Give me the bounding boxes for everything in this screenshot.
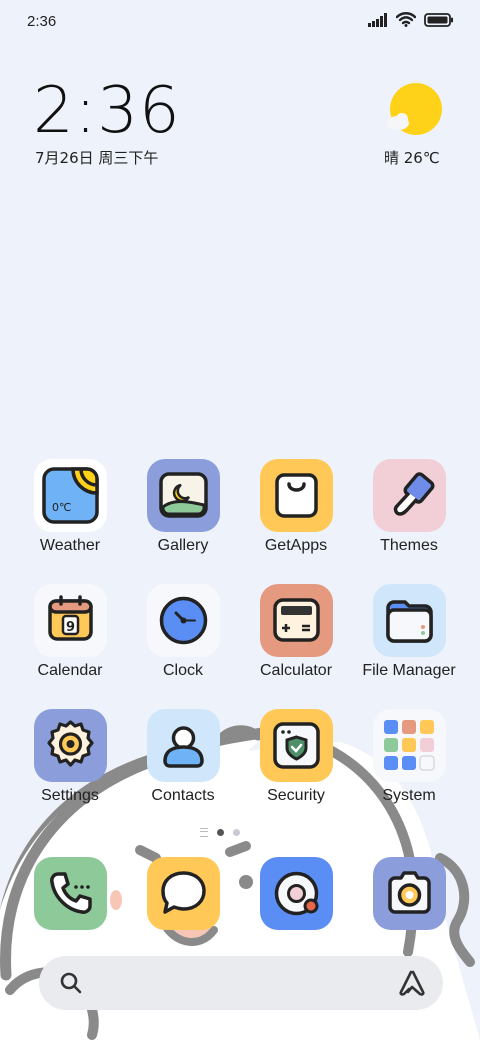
app-label: Gallery: [157, 537, 209, 554]
search-bar[interactable]: [39, 956, 443, 1010]
app-clock[interactable]: Clock: [128, 584, 238, 680]
app-label: Themes: [380, 537, 438, 554]
dock-messages[interactable]: [128, 857, 238, 930]
page-dot[interactable]: [233, 829, 240, 836]
app-file-manager[interactable]: File Manager: [354, 584, 464, 680]
browser-icon: [259, 857, 333, 930]
weather-icon-text: 0℃: [52, 501, 71, 514]
status-time: 2:36: [27, 13, 57, 30]
camera-icon: [372, 857, 446, 930]
app-label: Security: [267, 787, 325, 804]
sun-cloud-icon: [384, 83, 444, 142]
shopping-bag-icon: [259, 459, 333, 532]
app-weather[interactable]: 0℃ Weather: [15, 459, 125, 555]
dock-browser[interactable]: [241, 857, 351, 930]
app-security[interactable]: Security: [241, 709, 351, 805]
calculator-icon: [259, 584, 333, 657]
app-label: System: [382, 787, 436, 804]
app-getapps[interactable]: GetApps: [241, 459, 351, 555]
dock-phone[interactable]: [15, 857, 125, 930]
app-gallery[interactable]: Gallery: [128, 459, 238, 555]
app-label: Clock: [162, 662, 203, 679]
status-bar: 2:36: [0, 0, 480, 40]
clock-widget-date: 7月26日 周三下午: [35, 149, 159, 167]
message-icon: [146, 857, 220, 930]
gallery-icon: [146, 459, 220, 532]
app-system-folder[interactable]: System: [354, 709, 464, 805]
signal-icon: [368, 12, 388, 32]
app-label: GetApps: [264, 537, 328, 554]
app-label: Calendar: [37, 662, 103, 679]
dock-camera[interactable]: [354, 857, 464, 930]
wifi-icon: [395, 12, 417, 32]
paintbrush-icon: [372, 459, 446, 532]
app-calculator[interactable]: Calculator: [241, 584, 351, 680]
person-icon: [146, 709, 220, 782]
assistant-icon[interactable]: [397, 969, 427, 1002]
app-themes[interactable]: Themes: [354, 459, 464, 555]
calendar-icon-text: 9: [66, 620, 75, 635]
weather-widget[interactable]: [382, 82, 446, 143]
battery-icon: [424, 12, 454, 32]
app-drawer-indicator[interactable]: [200, 828, 208, 837]
weather-widget-text: 晴 26℃: [384, 149, 440, 167]
folder-icon: [372, 584, 446, 657]
app-contacts[interactable]: Contacts: [128, 709, 238, 805]
app-label: Calculator: [259, 662, 333, 679]
app-label: File Manager: [362, 662, 456, 679]
clock-widget-time[interactable]: 2:36: [33, 74, 181, 148]
page-indicator[interactable]: [200, 828, 240, 837]
calendar-icon: 9: [33, 584, 107, 657]
search-icon[interactable]: [59, 971, 83, 1000]
gear-icon: [33, 709, 107, 782]
folder-grid-icon: [372, 709, 446, 782]
app-calendar[interactable]: 9 Calendar: [15, 584, 125, 680]
phone-icon: [33, 857, 107, 930]
shield-icon: [259, 709, 333, 782]
app-settings[interactable]: Settings: [15, 709, 125, 805]
clock-icon: [146, 584, 220, 657]
weather-icon: 0℃: [33, 459, 107, 532]
app-label: Weather: [39, 537, 101, 554]
page-dot-active[interactable]: [217, 829, 224, 836]
app-label: Contacts: [151, 787, 215, 804]
app-label: Settings: [41, 787, 99, 804]
